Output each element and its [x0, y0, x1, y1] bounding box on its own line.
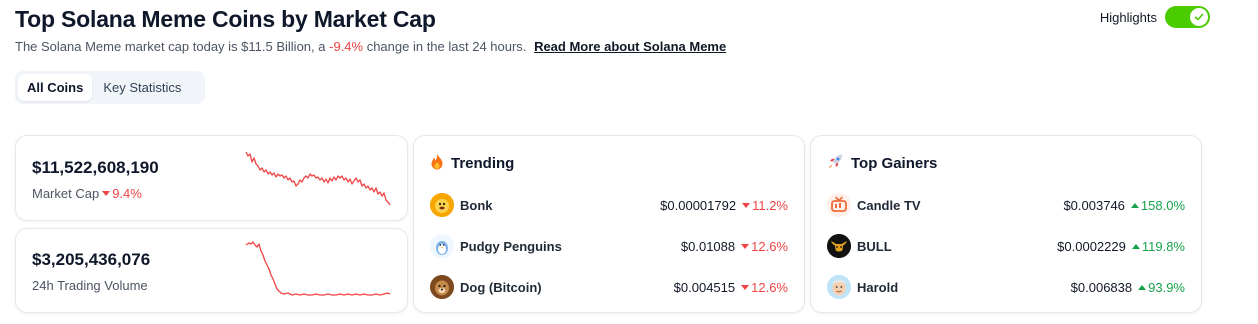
candle-tv-icon — [827, 193, 851, 217]
gainer-row-bull[interactable]: BULL $0.0002229 119.8% — [827, 233, 1185, 259]
top-gainers-title: Top Gainers — [851, 155, 938, 172]
harold-icon — [827, 275, 851, 299]
market-cap-sparkline — [245, 151, 391, 206]
bonk-icon — [430, 193, 454, 217]
highlights-label: Highlights — [1099, 9, 1157, 25]
coin-name: Dog (Bitcoin) — [460, 279, 542, 295]
price-change-value: 119.8% — [1141, 238, 1185, 254]
coin-price: $0.004515 — [673, 279, 736, 295]
view-tabs: All Coins Key Statistics — [15, 71, 205, 104]
trending-title: Trending — [451, 155, 515, 172]
price-change: 93.9% — [1138, 280, 1185, 295]
dog-bitcoin-icon — [430, 275, 454, 299]
coin-name: Candle TV — [857, 197, 921, 213]
read-more-link[interactable]: Read More about Solana Meme — [534, 39, 726, 54]
highlights-toggle[interactable] — [1165, 6, 1210, 28]
price-change-value: 12.6% — [751, 238, 788, 254]
subtitle-suffix: change in the last 24 hours. — [366, 39, 527, 54]
price-change: 11.2% — [742, 198, 788, 213]
subtitle-prefix: The Solana Meme market cap today is $11.… — [15, 39, 326, 54]
pudgy-penguins-icon — [430, 234, 454, 258]
coin-price: $0.006838 — [1070, 279, 1133, 295]
coin-price: $0.00001792 — [660, 197, 737, 213]
coin-price: $0.01088 — [680, 238, 736, 254]
market-cap-label: Market Cap — [32, 186, 100, 201]
gainer-row-harold[interactable]: Harold $0.006838 93.9% — [827, 274, 1185, 300]
market-cap-value: $11,522,608,190 — [32, 158, 159, 177]
coin-name: Harold — [857, 279, 899, 295]
top-gainers-header: Top Gainers — [827, 153, 937, 174]
trending-row-bonk[interactable]: Bonk $0.00001792 11.2% — [430, 192, 788, 218]
page-subtitle: The Solana Meme market cap today is $11.… — [15, 39, 726, 54]
fire-icon — [430, 153, 444, 174]
trending-header: Trending — [430, 153, 514, 174]
price-change-value: 12.6% — [751, 279, 788, 295]
page-title: Top Solana Meme Coins by Market Cap — [15, 6, 436, 32]
check-icon — [1190, 8, 1208, 26]
price-change: 119.8% — [1131, 238, 1185, 254]
trading-volume-sparkline — [245, 241, 391, 296]
market-cap-label-row: Market Cap 9.4% — [32, 186, 142, 201]
trending-card: Trending Bonk $0.00001792 11.2% Pudgy Pe… — [413, 135, 805, 313]
market-cap-card: $11,522,608,190 Market Cap 9.4% — [15, 135, 408, 221]
trading-volume-value: $3,205,436,076 — [32, 250, 151, 269]
market-cap-change: 9.4% — [102, 186, 142, 201]
trading-volume-card: $3,205,436,076 24h Trading Volume — [15, 228, 408, 313]
coin-name: Bonk — [460, 197, 493, 213]
tab-all-coins[interactable]: All Coins — [18, 74, 93, 101]
price-change: 12.6% — [741, 239, 788, 254]
tab-key-statistics[interactable]: Key Statistics — [94, 74, 190, 101]
coin-price: $0.003746 — [1063, 197, 1125, 213]
trending-row-dog-bitcoin[interactable]: Dog (Bitcoin) $0.004515 12.6% — [430, 274, 788, 300]
market-cap-change-value: 9.4% — [112, 186, 142, 201]
bull-icon — [827, 234, 851, 258]
price-change-value: 93.9% — [1148, 279, 1185, 295]
caret-up-icon — [1130, 202, 1139, 208]
caret-up-icon — [1138, 284, 1147, 290]
trending-row-pudgy-penguins[interactable]: Pudgy Penguins $0.01088 12.6% — [430, 233, 788, 259]
coin-name: BULL — [857, 238, 892, 254]
caret-down-icon — [741, 243, 750, 249]
trading-volume-label: 24h Trading Volume — [32, 278, 148, 293]
caret-down-icon — [742, 202, 751, 208]
coin-price: $0.0002229 — [1057, 238, 1126, 254]
subtitle-change: -9.4% — [329, 39, 364, 54]
caret-up-icon — [1131, 243, 1140, 249]
top-gainers-card: Top Gainers Candle TV $0.003746 158.0% B… — [810, 135, 1202, 313]
coin-name: Pudgy Penguins — [460, 238, 562, 254]
price-change: 158.0% — [1130, 197, 1185, 213]
price-change-value: 158.0% — [1140, 197, 1185, 213]
price-change-value: 11.2% — [752, 197, 788, 213]
highlights-control: Highlights — [1100, 6, 1210, 28]
gainer-row-candle-tv[interactable]: Candle TV $0.003746 158.0% — [827, 192, 1185, 218]
rocket-icon — [827, 153, 844, 174]
caret-down-icon — [741, 284, 750, 290]
price-change: 12.6% — [741, 280, 788, 295]
caret-down-icon — [102, 191, 111, 196]
